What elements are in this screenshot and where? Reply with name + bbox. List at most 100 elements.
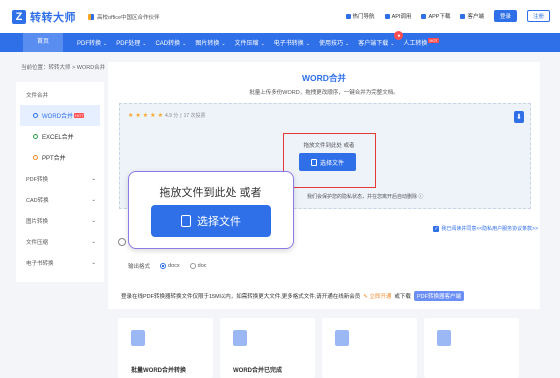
choose-file-button[interactable]: 选择文件 (299, 153, 356, 171)
logo[interactable]: Z 转转大师 (12, 9, 76, 25)
chevron-down-icon: ⌄ (182, 41, 187, 47)
nav-pdf-process[interactable]: PDF处理 ⌄ (116, 38, 146, 47)
upload-highlight-box: 拖放文件到此处 或者 选择文件 (283, 133, 376, 188)
nav-tips[interactable]: 使用技巧 ⌄ (319, 38, 349, 47)
chevron-down-icon: ⌄ (305, 41, 310, 47)
chevron-down-icon: ⌄ (91, 259, 96, 266)
chevron-down-icon: ⌄ (221, 41, 226, 47)
page-title: WORD合并 (302, 73, 346, 83)
feature-card[interactable]: WORD合并已完成 (220, 318, 315, 378)
breadcrumb: 当前位置：转转大师 > WORD合并 (21, 65, 106, 71)
chevron-down-icon: ⌄ (103, 41, 108, 47)
promo-text: 登录在线PDF转换器转换文件仅限于15M以内，如需转换更大文件,更多格式文件,请… (121, 294, 361, 300)
top-bar: Z 转转大师 高校office中国区合作伙伴 热门导航 API调用 APP下载 … (0, 0, 560, 33)
file-upload-icon (310, 158, 317, 166)
chevron-down-icon: ⌄ (142, 41, 147, 47)
api-link[interactable]: API调用 (384, 12, 411, 20)
download-icon[interactable]: ⬇ (514, 111, 524, 123)
promo-or: 或下载 (394, 294, 411, 300)
sidebar-item-word-merge[interactable]: WORD合并 HOT (20, 105, 100, 126)
chevron-down-icon: ⌄ (91, 196, 96, 203)
page-subtitle: 批量上传多份WORD，拖拽更改顺序，一键合并为完整文档。 (249, 90, 399, 96)
format-option-doc[interactable]: doc (189, 263, 207, 269)
partner-text: 高校office中国区合作伙伴 (97, 14, 160, 21)
chevron-down-icon: ⌄ (345, 41, 350, 47)
register-button[interactable]: 注册 (526, 10, 550, 22)
nav-cad-convert[interactable]: CAD转换 ⌄ (155, 38, 186, 47)
sidebar-cat-image[interactable]: 图片转换 ⌄ (16, 210, 104, 231)
sidebar-item-ppt-merge[interactable]: PPT合并 (16, 147, 104, 168)
drop-hint: 拖放文件到此处 或者 (303, 143, 355, 149)
radio-selected-icon (160, 263, 167, 269)
nav-compress[interactable]: 文件压缩 ⌄ (235, 38, 265, 47)
main-nav: 首页 PDF转换 ⌄ PDF处理 ⌄ CAD转换 ⌄ 图片转换 ⌄ 文件压缩 ⌄ 电子书转… (0, 31, 560, 52)
logo-mark: Z (12, 9, 26, 24)
checkbox-checked-icon: ✓ (433, 225, 440, 232)
sidebar-group-title: 文件合并 (26, 93, 49, 99)
hot-badge: HOT (428, 38, 439, 43)
feature-cards: 批量WORD合并转换 WORD合并已完成 (108, 309, 540, 378)
document-icon (335, 330, 349, 346)
nav-manual[interactable]: ♠ 人工转换HOT (394, 31, 439, 47)
star-icon: ★ (128, 113, 134, 119)
document-icon (437, 330, 451, 346)
chevron-down-icon: ⌄ (390, 41, 395, 47)
client-download-link[interactable]: PDF转换器客户端 (413, 291, 464, 301)
nav-pdf-convert[interactable]: PDF转换 ⌄ (77, 38, 107, 47)
word-icon (33, 113, 38, 118)
feature-card[interactable] (322, 318, 417, 378)
sidebar: 文件合并 WORD合并 HOT EXCEL合并 PPT合并 PDF转换 ⌄ CAD… (16, 82, 104, 282)
desktop-icon (460, 13, 466, 19)
star-icon: ★ (150, 113, 156, 119)
document-icon (233, 330, 247, 346)
sidebar-cat-compress[interactable]: 文件压缩 ⌄ (16, 231, 104, 252)
open-membership-link[interactable]: ✎ 立即开通 (363, 292, 391, 300)
chevron-down-icon: ⌄ (260, 41, 265, 47)
ppt-icon (33, 155, 38, 160)
star-icon: ★ (135, 113, 141, 119)
sidebar-cat-ebook[interactable]: 电子书转换 ⌄ (16, 252, 104, 273)
logo-text: 转转大师 (30, 11, 76, 24)
star-icon: ★ (157, 113, 163, 119)
nav-ebook[interactable]: 电子书转换 ⌄ (274, 38, 310, 47)
file-upload-icon (181, 215, 191, 227)
zoom-drop-hint: 拖放文件到此处 或者 (159, 187, 262, 199)
output-format-row: 输出格式 docx doc (128, 262, 213, 270)
zoomed-upload-callout: 拖放文件到此处 或者 选择文件 (128, 171, 294, 249)
nav-home[interactable]: 首页 (23, 33, 64, 52)
nav-client-download[interactable]: 客户端下载 ⌄ (358, 38, 394, 47)
promo-bar: 登录在线PDF转换器转换文件仅限于15M以内，如需转换更大文件,更多格式文件,请… (108, 288, 540, 304)
chevron-down-icon: ⌄ (91, 175, 96, 182)
zoom-choose-file-button[interactable]: 选择文件 (151, 205, 271, 237)
partner-badge: 高校office中国区合作伙伴 (88, 13, 160, 21)
sidebar-item-excel-merge[interactable]: EXCEL合并 (16, 126, 104, 147)
format-option-docx[interactable]: docx (160, 263, 180, 269)
api-icon (384, 13, 390, 19)
client-link[interactable]: 客户端 (460, 12, 484, 20)
privacy-note: 我们会保护您的隐私状态，并在您离开后自动删除 ⓘ (307, 194, 424, 200)
sidebar-cat-cad[interactable]: CAD转换 ⌄ (16, 189, 104, 210)
radio-icon (189, 263, 196, 269)
agreement-checkbox[interactable]: ✓ 我已阅读并同意<<隐私用户服务协议条款>> (433, 225, 538, 232)
rating-score: 4.9 分 (164, 113, 179, 119)
phone-icon (421, 13, 427, 19)
sidebar-cat-pdf[interactable]: PDF转换 ⌄ (16, 168, 104, 189)
settings-icon[interactable] (118, 238, 126, 246)
app-download-link[interactable]: APP下载 (421, 12, 450, 20)
hot-nav-link[interactable]: 热门导航 (345, 12, 375, 20)
excel-icon (33, 134, 38, 139)
rating-count: 17 次投票 (183, 113, 206, 119)
rating: ★ ★ ★ ★ ★ 4.9 分 | 17 次投票 (128, 112, 206, 120)
hot-badge: HOT (74, 113, 85, 118)
format-label: 输出格式 (128, 264, 151, 270)
chevron-down-icon: ⌄ (91, 238, 96, 245)
feature-card[interactable]: 批量WORD合并转换 (118, 318, 213, 378)
feature-card[interactable] (424, 318, 519, 378)
document-icon (131, 330, 145, 346)
alert-badge-icon: ♠ (394, 31, 404, 40)
office-icon (88, 13, 94, 20)
home-icon (345, 13, 351, 19)
nav-image-convert[interactable]: 图片转换 ⌄ (195, 38, 225, 47)
login-button[interactable]: 登录 (493, 10, 517, 22)
star-icon: ★ (142, 113, 149, 119)
